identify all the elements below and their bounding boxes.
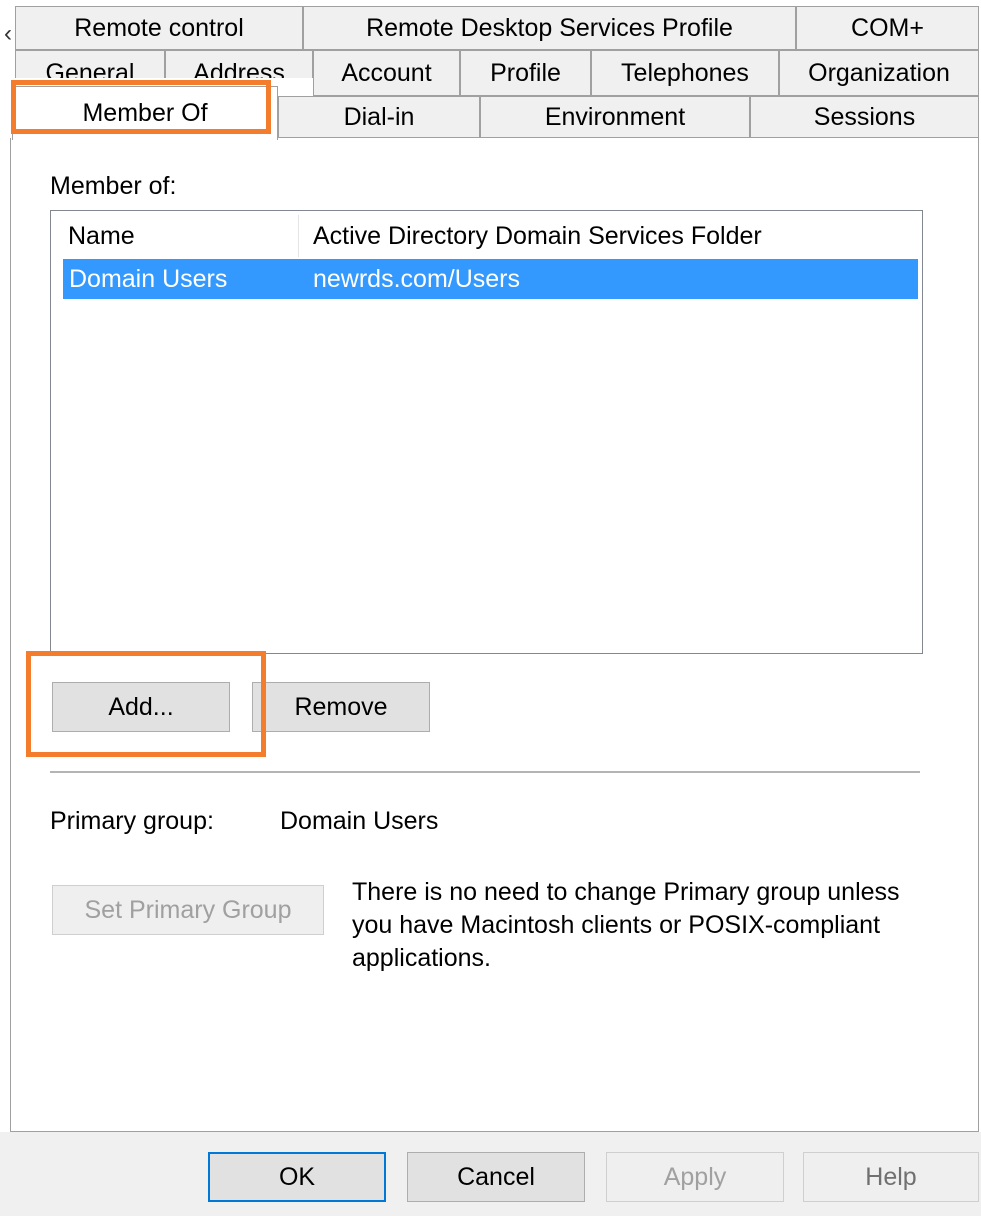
tab-remote-desktop-services-profile[interactable]: Remote Desktop Services Profile — [303, 6, 796, 50]
remove-button[interactable]: Remove — [252, 682, 430, 732]
tab-address[interactable]: Address — [165, 50, 313, 78]
tab-sessions[interactable]: Sessions — [750, 96, 979, 138]
tab-telephones[interactable]: Telephones — [591, 50, 779, 96]
column-header-name[interactable]: Name — [59, 215, 299, 257]
primary-group-info-text: There is no need to change Primary group… — [352, 878, 900, 972]
tab-general-clip: General — [15, 50, 165, 78]
tab-environment[interactable]: Environment — [480, 96, 750, 138]
cancel-button[interactable]: Cancel — [407, 1152, 585, 1202]
column-header-folder[interactable]: Active Directory Domain Services Folder — [299, 215, 919, 257]
row-folder: newrds.com/Users — [313, 265, 520, 293]
member-of-list[interactable]: Name Active Directory Domain Services Fo… — [50, 210, 923, 654]
tab-address-clip: Address — [165, 50, 313, 78]
tab-com-plus[interactable]: COM+ — [796, 6, 979, 50]
apply-button[interactable]: Apply — [606, 1152, 784, 1202]
ok-button[interactable]: OK — [208, 1152, 386, 1202]
tab-scroll-icon: ‹ — [4, 20, 12, 47]
tab-general[interactable]: General — [15, 50, 165, 78]
primary-group-value: Domain Users — [280, 807, 439, 835]
tab-remote-control[interactable]: Remote control — [15, 6, 303, 50]
help-button[interactable]: Help — [803, 1152, 979, 1202]
member-of-label: Member of: — [50, 172, 177, 200]
tab-member-of[interactable]: Member Of — [12, 86, 278, 140]
tab-profile[interactable]: Profile — [460, 50, 591, 96]
set-primary-group-button[interactable]: Set Primary Group — [52, 885, 324, 935]
primary-group-label: Primary group: — [50, 807, 214, 835]
tab-dial-in[interactable]: Dial-in — [278, 96, 480, 138]
tab-organization[interactable]: Organization — [779, 50, 979, 96]
tab-account[interactable]: Account — [313, 50, 460, 96]
list-row-domain-users[interactable]: Domain Users newrds.com/Users — [63, 259, 918, 299]
add-button[interactable]: Add... — [52, 682, 230, 732]
row-name: Domain Users — [69, 265, 228, 293]
separator — [50, 771, 920, 773]
